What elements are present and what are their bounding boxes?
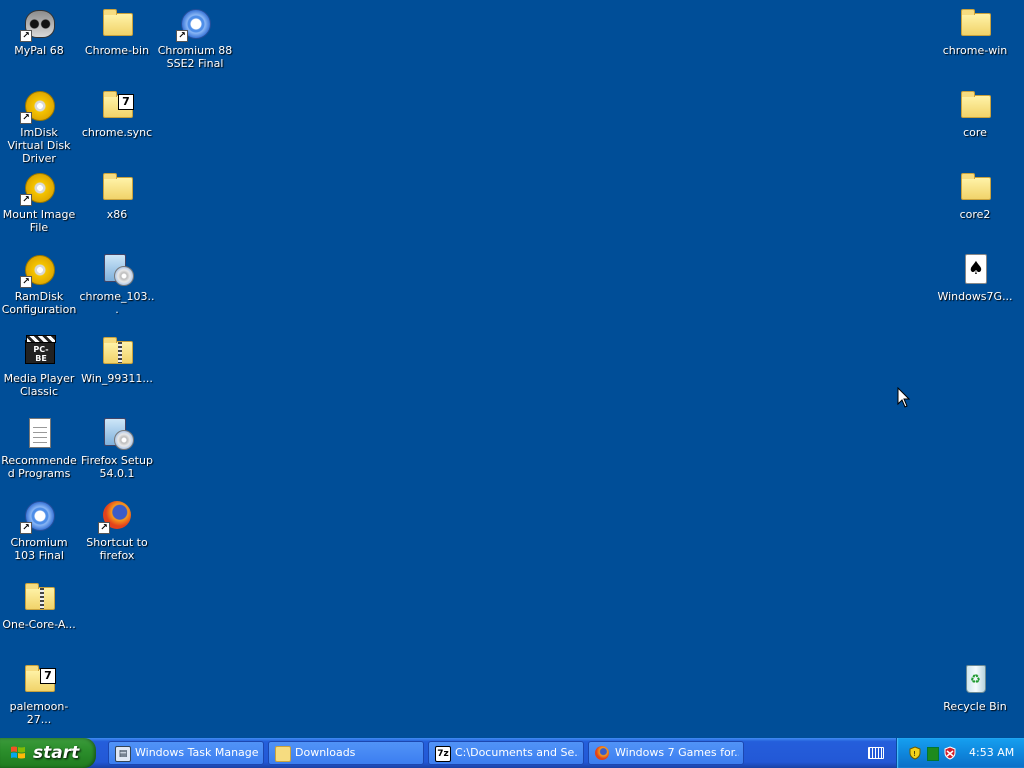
taskbar-item-downloads[interactable]: Downloads (268, 741, 424, 765)
zip-folder-icon (22, 580, 56, 614)
chromium-icon: ↗ (20, 498, 56, 534)
desktop-icon-win-zip[interactable]: Win_99311... (78, 332, 156, 385)
setup-icon (100, 416, 134, 450)
desktop-icon-media-player[interactable]: PC-BE Media Player Classic (0, 332, 78, 398)
icon-label: Windows7G... (937, 290, 1013, 303)
system-tray: ! 4:53 AM (896, 738, 1024, 768)
desktop-icon-core2[interactable]: core2 (936, 168, 1014, 221)
firefox-icon (595, 746, 609, 760)
folder-icon (958, 88, 992, 122)
chromium-icon: ↗ (176, 6, 212, 42)
icon-label: chrome-win (942, 44, 1008, 57)
desktop-icon-chromium-88[interactable]: ↗ Chromium 88 SSE2 Final (156, 4, 234, 70)
desktop-icon-one-core[interactable]: One-Core-A... (0, 578, 78, 631)
desktop-icon-windows7-games[interactable]: ♠ Windows7G... (936, 250, 1014, 303)
taskbar-item-label: Windows Task Manager (135, 746, 259, 759)
icon-label: Recommended Programs (1, 454, 77, 480)
icon-label: Recycle Bin (943, 700, 1007, 713)
taskbar-item-label: Windows 7 Games for... (615, 746, 739, 759)
shield-icon[interactable]: ! (909, 746, 921, 760)
raccoon-browser-icon: ↗ (20, 6, 56, 42)
icon-label: ImDisk Virtual Disk Driver (7, 126, 71, 165)
icon-label: chrome.sync (81, 126, 153, 139)
taskbar-item-task-manager[interactable]: ▤ Windows Task Manager (108, 741, 264, 765)
start-button[interactable]: start (0, 738, 96, 768)
desktop-icon-ramdisk[interactable]: ↗ RamDisk Configuration (0, 250, 78, 316)
icon-label: MyPal 68 (14, 44, 64, 57)
desktop-icon-chromium-103[interactable]: ↗ Chromium 103 Final (0, 496, 78, 562)
recycle-bin-icon: ♻ (958, 662, 992, 696)
desktop-icon-recommended[interactable]: Recommended Programs (0, 414, 78, 480)
windows-logo-icon (11, 746, 25, 759)
icon-label: Mount Image File (2, 208, 76, 234)
icon-label: x86 (106, 208, 128, 221)
desktop-icon-chrome-103-setup[interactable]: chrome_103... (78, 250, 156, 316)
taskbar-item-7zip[interactable]: 7z C:\Documents and Se... (428, 741, 584, 765)
folder-icon (275, 746, 291, 762)
desktop: ↗ MyPal 68 ↗ ImDisk Virtual Disk Driver … (0, 0, 1024, 738)
icon-label: core2 (959, 208, 991, 221)
zip-folder-icon (100, 334, 134, 368)
desktop-icon-imdisk[interactable]: ↗ ImDisk Virtual Disk Driver (0, 86, 78, 165)
icon-label: palemoon-27... (9, 700, 69, 726)
media-player-icon: PC-BE (22, 334, 56, 368)
icon-label: One-Core-A... (2, 618, 76, 631)
icon-label: Win_99311... (81, 372, 153, 385)
desktop-icon-palemoon[interactable]: 7 palemoon-27... (0, 660, 78, 726)
mouse-cursor-icon (897, 387, 911, 408)
taskbar-item-firefox[interactable]: Windows 7 Games for... (588, 741, 744, 765)
icon-label: Chromium 88 SSE2 Final (157, 44, 233, 70)
desktop-icon-x86[interactable]: x86 (78, 168, 156, 221)
7zip-folder-icon: 7 (100, 88, 134, 122)
taskbar-item-label: C:\Documents and Se... (455, 746, 579, 759)
desktop-icon-firefox-setup[interactable]: Firefox Setup 54.0.1 (78, 414, 156, 480)
task-manager-icon: ▤ (115, 746, 131, 762)
icon-label: chrome_103... (79, 290, 155, 316)
icon-label: Chromium 103 Final (10, 536, 68, 562)
svg-text:!: ! (913, 750, 916, 758)
folder-icon (958, 6, 992, 40)
7zip-folder-icon: 7 (22, 662, 56, 696)
desktop-icon-recycle-bin[interactable]: ♻ Recycle Bin (936, 660, 1014, 713)
card-game-icon: ♠ (958, 252, 992, 286)
document-icon (22, 416, 56, 450)
folder-icon (100, 6, 134, 40)
disc-icon: ↗ (20, 88, 56, 124)
taskbar: start ▤ Windows Task Manager Downloads 7… (0, 738, 1024, 768)
antivirus-icon[interactable] (944, 746, 956, 760)
disc-icon: ↗ (20, 252, 56, 288)
desktop-icon-chrome-win[interactable]: chrome-win (936, 4, 1014, 57)
folder-icon (958, 170, 992, 204)
desktop-icon-chrome-sync[interactable]: 7 chrome.sync (78, 86, 156, 139)
7zip-icon: 7z (435, 746, 451, 762)
icon-label: Chrome-bin (84, 44, 150, 57)
desktop-icon-firefox-shortcut[interactable]: ↗ Shortcut to firefox (78, 496, 156, 562)
icon-label: Media Player Classic (3, 372, 75, 398)
desktop-icon-core[interactable]: core (936, 86, 1014, 139)
start-label: start (33, 743, 80, 763)
icon-label: Firefox Setup 54.0.1 (81, 454, 153, 480)
taskbar-item-label: Downloads (295, 746, 356, 759)
desktop-icon-mount-image[interactable]: ↗ Mount Image File (0, 168, 78, 234)
disc-icon: ↗ (20, 170, 56, 206)
icon-label: core (963, 126, 987, 139)
keyboard-icon[interactable] (868, 747, 884, 759)
green-square-icon[interactable] (927, 747, 939, 761)
icon-label: RamDisk Configuration (1, 290, 77, 316)
firefox-icon: ↗ (98, 498, 134, 534)
clock[interactable]: 4:53 AM (969, 738, 1014, 768)
desktop-icon-mypal[interactable]: ↗ MyPal 68 (0, 4, 78, 57)
icon-label: Shortcut to firefox (86, 536, 148, 562)
folder-icon (100, 170, 134, 204)
setup-icon (100, 252, 134, 286)
desktop-icon-chrome-bin[interactable]: Chrome-bin (78, 4, 156, 57)
